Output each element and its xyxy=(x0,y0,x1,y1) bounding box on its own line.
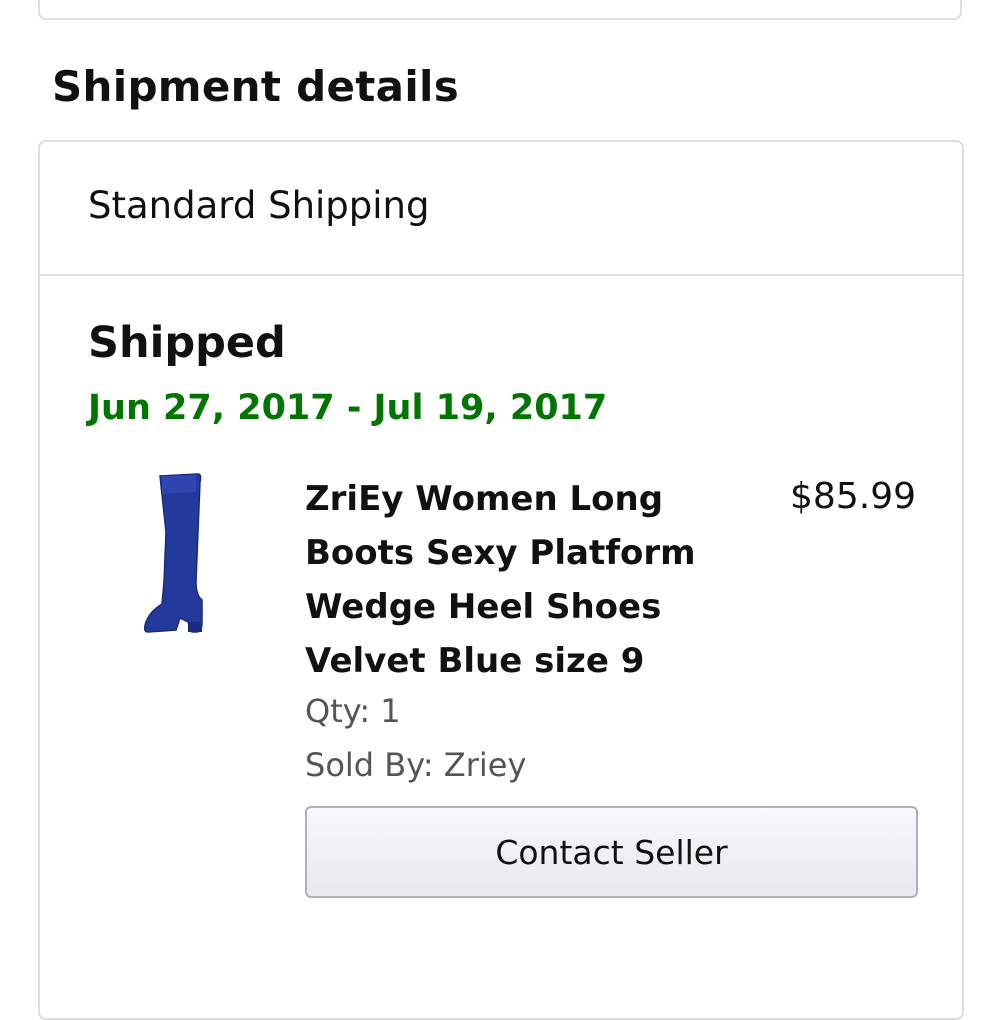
contact-seller-button[interactable]: Contact Seller xyxy=(305,806,918,898)
delivery-date-range: Jun 27, 2017 - Jul 19, 2017 xyxy=(88,388,608,428)
sold-by: Sold By: Zriey xyxy=(305,746,527,784)
item-price: $85.99 xyxy=(790,476,916,517)
item-quantity: Qty: 1 xyxy=(305,692,401,730)
divider xyxy=(40,274,962,276)
previous-section-card xyxy=(38,0,962,20)
shipment-card: Standard Shipping Shipped Jun 27, 2017 -… xyxy=(38,140,964,1020)
product-image[interactable] xyxy=(140,472,210,644)
product-title-link[interactable]: ZriEy Women Long Boots Sexy Platform Wed… xyxy=(305,472,705,688)
shipping-method: Standard Shipping xyxy=(88,184,430,227)
shipment-status: Shipped xyxy=(88,318,286,368)
page-title: Shipment details xyxy=(52,62,460,111)
